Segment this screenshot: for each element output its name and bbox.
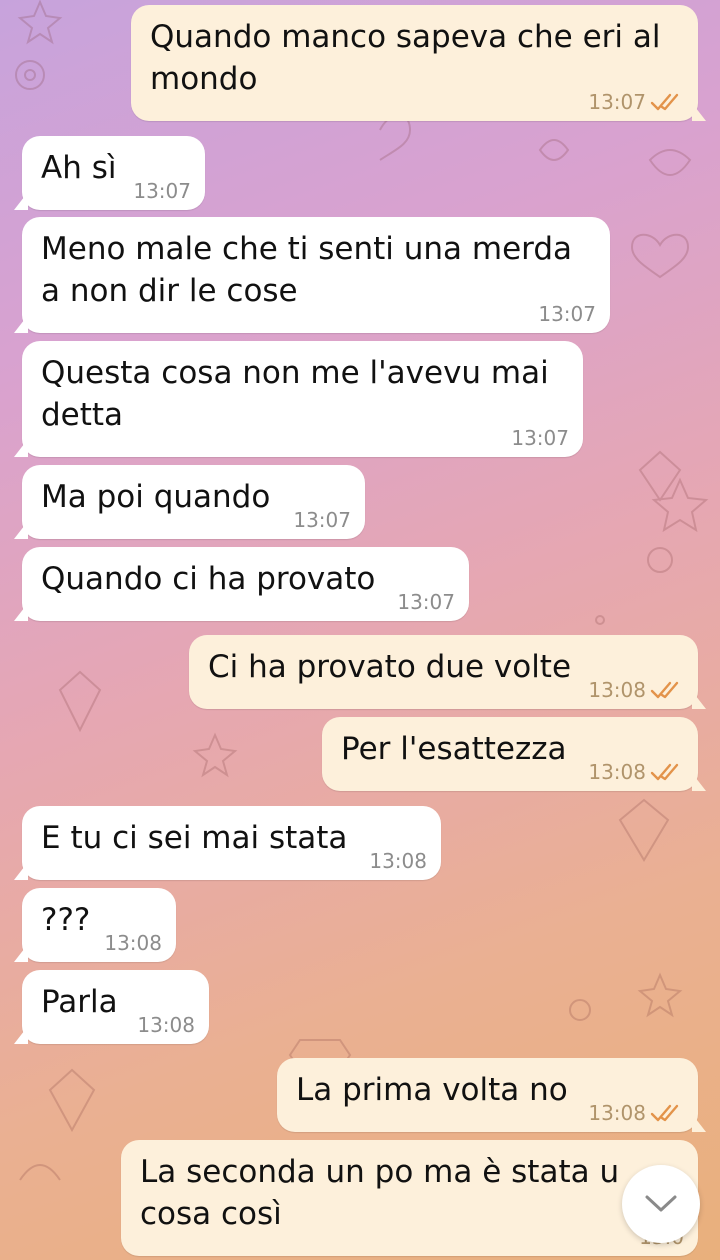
message-time: 13:07 xyxy=(133,179,191,203)
message-time: 13:07 xyxy=(397,590,455,614)
message-meta: 13:08 xyxy=(588,679,684,701)
message-time: 13:07 xyxy=(511,426,569,450)
message-time: 13:08 xyxy=(588,760,646,784)
message-time: 13:08 xyxy=(369,849,427,873)
message-meta: 13:07 xyxy=(397,591,455,613)
message-meta: 13:08 xyxy=(588,1102,684,1124)
incoming-message[interactable]: Questa cosa non me l'avevu mai detta 13:… xyxy=(22,341,583,457)
incoming-message[interactable]: Ma poi quando 13:07 xyxy=(22,465,365,539)
incoming-message[interactable]: Quando ci ha provato 13:07 xyxy=(22,547,469,621)
message-time: 13:08 xyxy=(588,1101,646,1125)
incoming-message[interactable]: Parla 13:08 xyxy=(22,970,209,1044)
incoming-message[interactable]: ??? 13:08 xyxy=(22,888,176,962)
chevron-down-icon xyxy=(645,1195,677,1212)
message-time: 13:07 xyxy=(293,508,351,532)
outgoing-message[interactable]: Per l'esattezza 13:08 xyxy=(322,717,698,791)
outgoing-message[interactable]: La seconda un po ma è stata u cosa così … xyxy=(121,1140,698,1256)
double-check-icon xyxy=(650,763,679,781)
outgoing-message[interactable]: Quando manco sapeva che eri al mondo 13:… xyxy=(131,5,698,121)
outgoing-message[interactable]: Ci ha provato due volte 13:08 xyxy=(189,635,698,709)
message-meta: 13:07 xyxy=(133,180,191,202)
message-text: Quando manco sapeva che eri al mondo xyxy=(150,19,661,97)
scroll-to-bottom-button[interactable] xyxy=(622,1165,700,1243)
double-check-icon xyxy=(650,93,679,111)
message-time: 13:08 xyxy=(104,931,162,955)
double-check-icon xyxy=(650,681,679,699)
message-meta: 13:08 xyxy=(369,850,427,872)
message-meta: 13:07 xyxy=(511,427,569,449)
message-text: Meno male che ti senti una merda a non d… xyxy=(41,231,573,309)
incoming-message[interactable]: E tu ci sei mai stata 13:08 xyxy=(22,806,441,880)
message-meta: 13:07 xyxy=(293,509,351,531)
message-time: 13:08 xyxy=(588,678,646,702)
message-meta: 13:08 xyxy=(137,1014,195,1036)
message-meta: 13:07 xyxy=(588,91,684,113)
message-text: Questa cosa non me l'avevu mai detta xyxy=(41,355,549,433)
double-check-icon xyxy=(650,1104,679,1122)
message-time: 13:07 xyxy=(588,90,646,114)
message-time: 13:08 xyxy=(137,1013,195,1037)
outgoing-message[interactable]: La prima volta no 13:08 xyxy=(277,1058,698,1132)
chat-message-list[interactable]: Quando manco sapeva che eri al mondo 13:… xyxy=(0,0,720,1260)
incoming-message[interactable]: Ah sì 13:07 xyxy=(22,136,205,210)
message-text: La seconda un po ma è stata u cosa così xyxy=(140,1154,620,1232)
incoming-message[interactable]: Meno male che ti senti una merda a non d… xyxy=(22,217,610,333)
message-meta: 13:08 xyxy=(588,761,684,783)
message-text: Quando ci ha provato xyxy=(41,561,376,597)
message-meta: 13:07 xyxy=(538,303,596,325)
message-time: 13:07 xyxy=(538,302,596,326)
message-meta: 13:08 xyxy=(104,932,162,954)
message-text: E tu ci sei mai stata xyxy=(41,820,348,856)
